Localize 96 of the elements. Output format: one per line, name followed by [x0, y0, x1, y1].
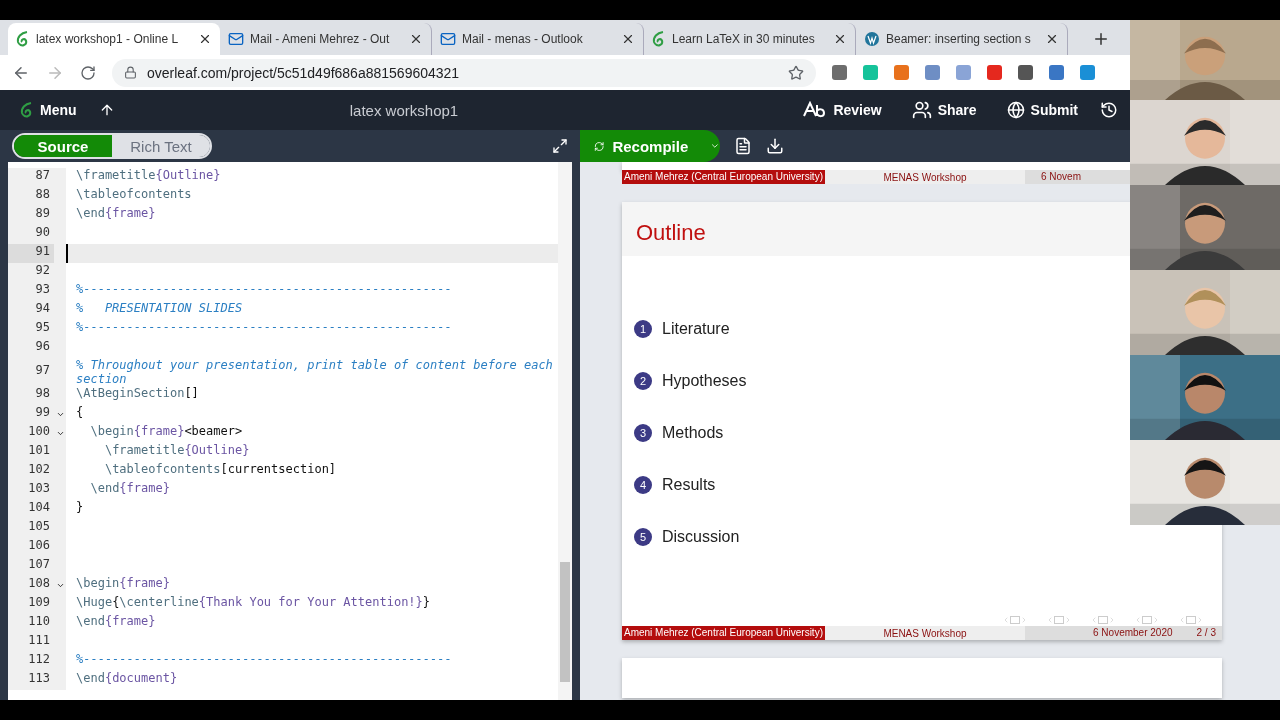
globe-icon — [1006, 101, 1025, 119]
code-line: \frametitle{Outline} — [103, 443, 251, 459]
toolbar-button[interactable]: Review — [793, 101, 890, 119]
item-number: 3 — [634, 424, 652, 442]
outline-item: Discussion — [662, 528, 740, 546]
line-number: 94 — [34, 301, 51, 317]
line-number: 101 — [27, 443, 51, 459]
code-line: \begin{frame} — [75, 576, 171, 592]
line-number: 110 — [27, 614, 51, 630]
browser-tab[interactable]: latex workshop1 - Online L — [8, 23, 220, 55]
line-number: 93 — [34, 282, 51, 298]
item-number: 1 — [634, 320, 652, 338]
line-number: 96 — [34, 339, 51, 355]
code-line: \end{frame} — [89, 481, 171, 497]
fold-caret-icon[interactable] — [55, 581, 65, 590]
mode-tab[interactable]: Rich Text — [112, 135, 210, 157]
toolbar-button[interactable]: Submit — [998, 101, 1086, 119]
code-line: \AtBeginSection[] — [75, 386, 200, 402]
outline-item: Results — [662, 476, 716, 494]
line-number: 87 — [34, 168, 51, 184]
line-number: 90 — [34, 225, 51, 241]
mode-tab[interactable]: Source — [14, 135, 112, 157]
line-number: 89 — [34, 206, 51, 222]
code-comment: % Throughout your presentation, print table of content before each section — [75, 358, 554, 386]
line-number: 112 — [27, 652, 51, 668]
line-number: 106 — [27, 538, 51, 554]
slide-author: Ameni Mehrez (Central European University) — [622, 170, 825, 184]
line-number: 95 — [34, 320, 51, 336]
line-number: 88 — [34, 187, 51, 203]
line-number: 103 — [27, 481, 51, 497]
mail-icon — [440, 31, 456, 47]
outline-item: Methods — [662, 424, 724, 442]
review-icon — [801, 101, 828, 119]
leaf-icon — [20, 102, 34, 118]
slide-date: 6 November 2020 2 / 3 — [1024, 626, 1222, 640]
star-icon[interactable] — [788, 64, 804, 81]
leaf-icon — [652, 31, 666, 47]
users-icon — [911, 100, 932, 120]
code-line: \tableofcontents — [75, 187, 193, 203]
line-number: 91 — [8, 244, 54, 263]
item-number: 2 — [634, 372, 652, 390]
code-line: \tableofcontents[currentsection] — [103, 462, 338, 478]
code-comment: %--------------------------------------------------- — [75, 282, 453, 298]
address-field[interactable]: overleaf.com/project/5c51d49f686a881569604321 — [112, 58, 816, 87]
line-number: 100 — [27, 424, 51, 440]
slide-author: Ameni Mehrez (Central European University) — [622, 626, 825, 640]
line-number: 92 — [34, 263, 51, 279]
slide-event: MENAS Workshop — [882, 171, 968, 183]
line-number: 98 — [34, 386, 51, 402]
code-line: \end{frame} — [75, 614, 157, 630]
lock-icon — [124, 66, 137, 79]
line-number: 111 — [27, 633, 51, 649]
code-line: \Huge{\centerline{Thank You for Your Attention!}} — [75, 595, 432, 611]
line-number: 109 — [27, 595, 51, 611]
reload-icon[interactable] — [80, 64, 96, 81]
recompile-button[interactable]: Recompile — [580, 130, 720, 162]
line-number: 99 — [34, 405, 51, 421]
menu-button[interactable]: Menu — [12, 102, 85, 118]
history-icon[interactable] — [1100, 101, 1118, 119]
code-line: \begin{frame}<beamer> — [89, 424, 244, 440]
document-icon[interactable] — [734, 137, 752, 155]
wordpress-icon — [864, 31, 880, 47]
code-line: { — [75, 405, 85, 421]
page-number: 2 / 3 — [1196, 627, 1216, 638]
expand-icon[interactable] — [552, 138, 568, 154]
line-number: 107 — [27, 557, 51, 573]
close-icon[interactable] — [833, 32, 847, 46]
line-number: 113 — [27, 671, 51, 687]
code-comment: %--------------------------------------------------- — [75, 652, 453, 668]
outline-item: Hypotheses — [662, 372, 747, 390]
code-comment: % PRESENTATION SLIDES — [75, 301, 244, 317]
line-number: 104 — [27, 500, 51, 516]
code-line: \end{frame} — [75, 206, 157, 222]
close-icon[interactable] — [409, 32, 423, 46]
close-icon[interactable] — [1045, 32, 1059, 46]
slide-event: MENAS Workshop — [882, 627, 968, 639]
project-title: latex workshop1 — [348, 101, 460, 119]
code-line: } — [75, 500, 85, 516]
line-number: 97 — [34, 362, 51, 379]
close-icon[interactable] — [621, 32, 635, 46]
line-number: 108 — [27, 576, 51, 592]
item-number: 5 — [634, 528, 652, 546]
toolbar-button[interactable]: Share — [903, 100, 985, 120]
line-number: 105 — [27, 519, 51, 535]
leaf-icon — [16, 31, 30, 47]
download-icon[interactable] — [766, 137, 784, 155]
close-icon[interactable] — [198, 32, 212, 46]
outline-item: Literature — [662, 320, 730, 338]
mail-icon — [228, 31, 244, 47]
code-line: \end{document} — [75, 671, 179, 687]
code-comment: %--------------------------------------------------- — [75, 320, 453, 336]
code-line: \frametitle{Outline} — [75, 168, 222, 184]
new-tab-icon[interactable] — [1092, 30, 1110, 48]
scrollbar-thumb[interactable] — [560, 562, 570, 682]
item-number: 4 — [634, 476, 652, 494]
line-number: 102 — [27, 462, 51, 478]
